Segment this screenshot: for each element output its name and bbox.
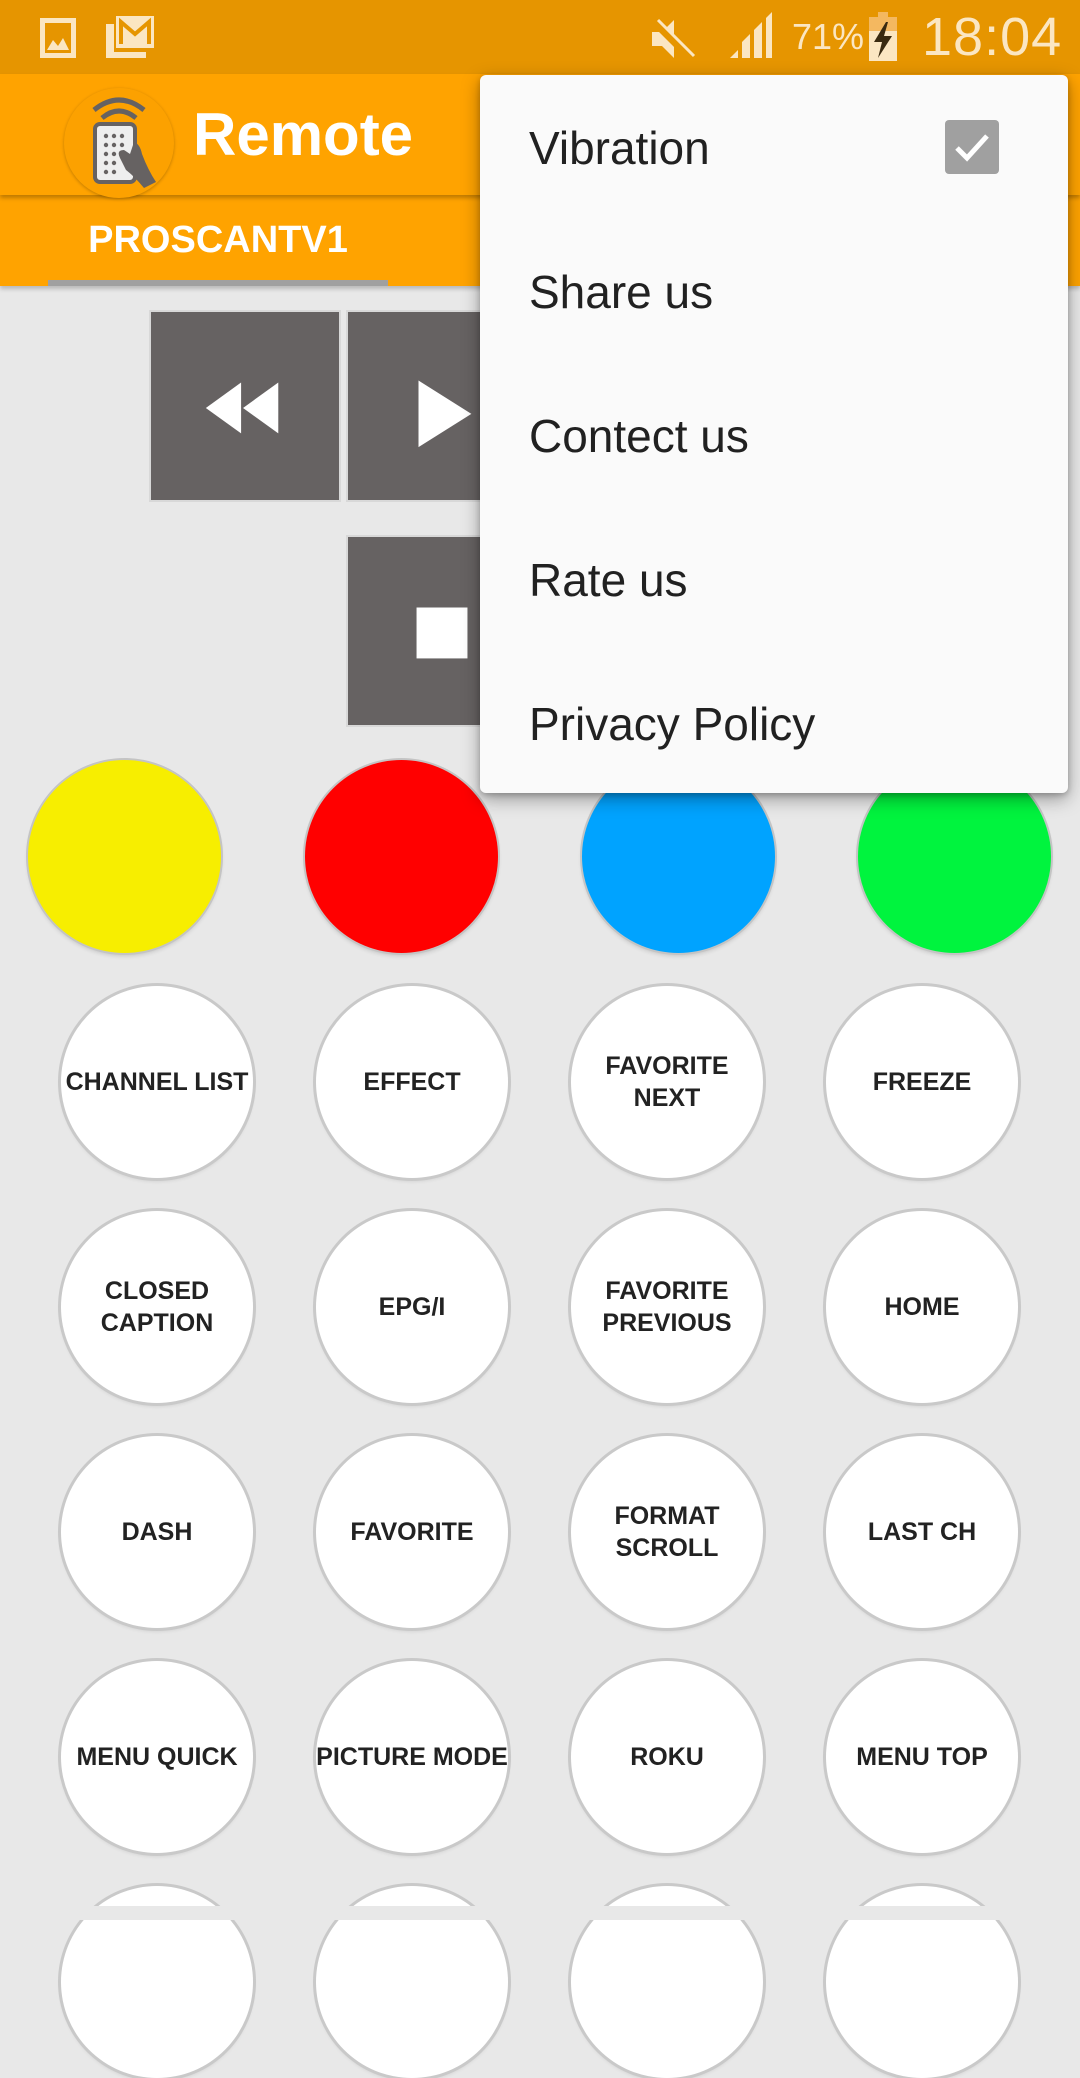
button-label: FAVORITE NEXT (605, 1052, 729, 1112)
button-label: PICTURE MODE (316, 1743, 508, 1771)
epg-i-button[interactable]: EPG/I (316, 1211, 508, 1403)
favorite-previous-button[interactable]: FAVORITE PREVIOUS (571, 1211, 763, 1403)
clock: 18:04 (922, 7, 1063, 67)
button-label: HOME (884, 1293, 960, 1321)
menu-item-share-us[interactable]: Share us (480, 219, 1068, 363)
overflow-menu: Vibration Share us Contect us Rate us Pr… (480, 75, 1068, 793)
gmail-icon (106, 16, 154, 58)
button-label: LAST CH (867, 1518, 977, 1546)
button-label: FAVORITE (350, 1518, 474, 1546)
button-label: CLOSED CAPTION (100, 1277, 214, 1337)
red-button[interactable] (305, 760, 498, 953)
effect-button[interactable]: EFFECT (316, 986, 508, 1178)
button-label: ROKU (630, 1743, 704, 1771)
button-label: FAVORITE PREVIOUS (602, 1277, 732, 1337)
menu-item-vibration[interactable]: Vibration (480, 75, 1068, 219)
battery-charging-icon (869, 12, 897, 61)
battery-percent: 71% (792, 16, 865, 57)
closed-caption-button[interactable]: CLOSED CAPTION (61, 1211, 253, 1403)
menu-item-label: Privacy Policy (529, 698, 816, 750)
menu-item-label: Share us (529, 266, 714, 318)
content-clip (0, 1906, 1080, 1920)
yellow-button[interactable] (28, 760, 221, 953)
tab-proscantv1[interactable]: PROSCANTV1 (48, 195, 388, 286)
mute-icon (651, 18, 696, 60)
menu-item-privacy-policy[interactable]: Privacy Policy (480, 651, 1068, 795)
rewind-icon (205, 382, 279, 434)
favorite-next-button[interactable]: FAVORITE NEXT (571, 986, 763, 1178)
status-bar: 71% 18:04 (0, 0, 1080, 74)
button-label: EFFECT (363, 1068, 461, 1096)
menu-item-label: Rate us (529, 554, 688, 606)
tab-indicator (48, 280, 388, 286)
menu-item-rate-us[interactable]: Rate us (480, 507, 1068, 651)
favorite-button[interactable]: FAVORITE (316, 1436, 508, 1628)
checkmark-icon (955, 134, 989, 162)
button-label: MENU QUICK (76, 1743, 238, 1771)
menu-quick-button[interactable]: MENU QUICK (61, 1661, 253, 1853)
button-label: FORMAT SCROLL (614, 1502, 720, 1562)
tab-label: PROSCANTV1 (88, 219, 348, 261)
freeze-button[interactable]: FREEZE (826, 986, 1018, 1178)
menu-item-label: Vibration (529, 122, 710, 174)
vibration-checkbox[interactable] (945, 120, 999, 174)
button-label: FREEZE (872, 1068, 972, 1096)
button-label: CHANNEL LIST (65, 1068, 249, 1096)
signal-icon (730, 12, 772, 58)
dash-button[interactable]: DASH (61, 1436, 253, 1628)
menu-item-contact-us[interactable]: Contect us (480, 363, 1068, 507)
button-label: DASH (121, 1518, 193, 1546)
last-ch-button[interactable]: LAST CH (826, 1436, 1018, 1628)
format-scroll-button[interactable]: FORMAT SCROLL (571, 1436, 763, 1628)
menu-item-label: Contect us (529, 410, 749, 462)
rewind-button[interactable] (149, 310, 341, 502)
gallery-icon (40, 18, 76, 58)
channel-list-button[interactable]: CHANNEL LIST (61, 986, 253, 1178)
remote-hand-icon (64, 88, 174, 198)
roku-button[interactable]: ROKU (571, 1661, 763, 1853)
menu-top-button[interactable]: MENU TOP (826, 1661, 1018, 1853)
button-label: EPG/I (378, 1293, 446, 1321)
button-label: MENU TOP (856, 1743, 988, 1771)
app-title: Remote (193, 101, 414, 168)
picture-mode-button[interactable]: PICTURE MODE (316, 1661, 508, 1853)
home-button[interactable]: HOME (826, 1211, 1018, 1403)
